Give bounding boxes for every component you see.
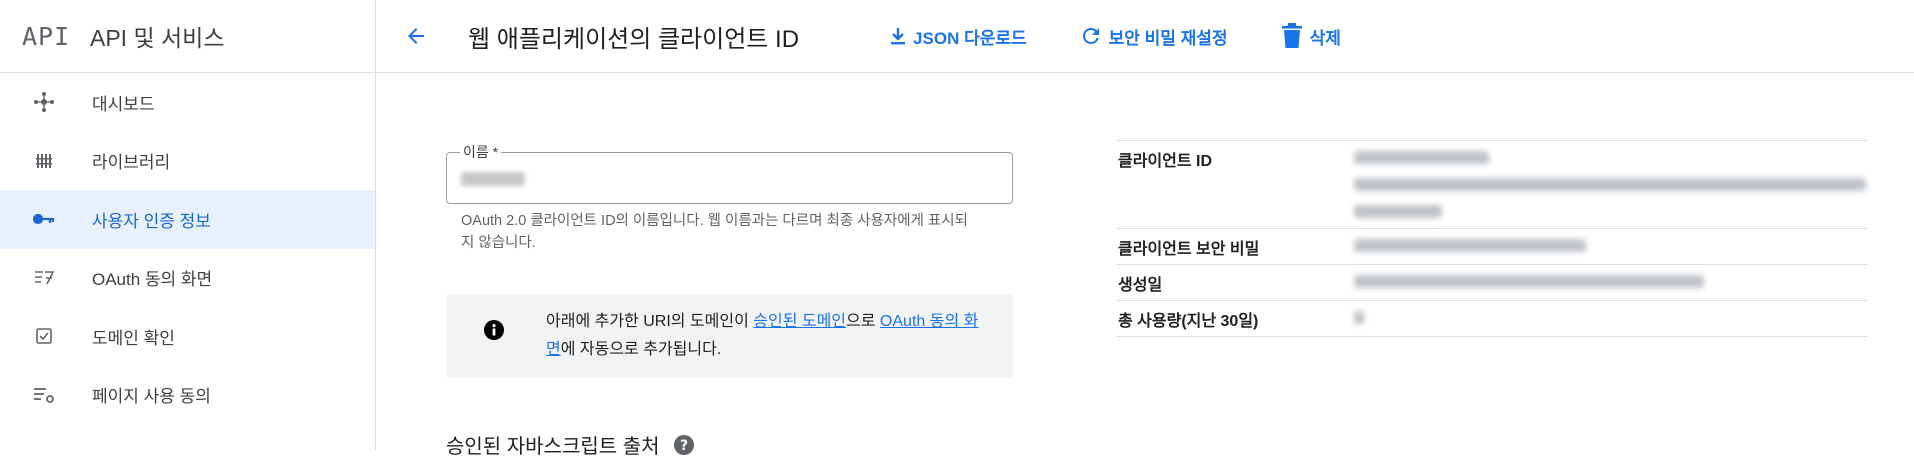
reset-secret-label: 보안 비밀 재설정: [1108, 28, 1228, 48]
api-logo: API: [22, 21, 71, 51]
info-text-part: 에 자동으로 추가됩니다.: [560, 341, 722, 358]
sidebar-item-domain-verification[interactable]: 도메인 확인: [0, 307, 375, 366]
info-text: 아래에 추가한 URI의 도메인이 승인된 도메인으로 OAuth 동의 화면에…: [546, 308, 986, 364]
page-title: 웹 애플리케이션의 클라이언트 ID: [468, 25, 800, 53]
created-date-value-redacted: [1354, 264, 1868, 301]
client-secret-value-redacted: [1354, 228, 1868, 265]
info-text-part: 으로: [846, 313, 880, 330]
table-row: 클라이언트 ID: [1116, 140, 1868, 229]
js-origins-title: 승인된 자바스크립트 출처: [446, 436, 660, 458]
trash-icon: [1280, 22, 1304, 50]
sidebar-item-page-consent[interactable]: 페이지 사용 동의: [0, 366, 375, 425]
svg-text:?: ?: [679, 438, 687, 454]
table-row: 생성일: [1116, 264, 1868, 301]
delete-button[interactable]: 삭제: [1280, 22, 1341, 50]
sidebar-item-label: 페이지 사용 동의: [92, 387, 211, 407]
authorized-domain-link[interactable]: 승인된 도메인: [753, 313, 846, 330]
sidebar-item-label: OAuth 동의 화면: [92, 270, 213, 290]
client-secret-label: 클라이언트 보안 비밀: [1116, 228, 1354, 265]
top-bar: 웹 애플리케이션의 클라이언트 ID JSON 다운로드 보안 비밀 재설정 삭…: [376, 0, 1914, 73]
usage-label: 총 사용량(지난 30일): [1116, 300, 1354, 337]
client-details-table: 클라이언트 ID 클라이언트 보안 비밀 생성일 총 사용량(지난 30일): [1116, 140, 1868, 337]
name-helper-text: OAuth 2.0 클라이언트 ID의 이름입니다. 웹 이름과는 다르며 최종…: [461, 213, 968, 251]
consent-screen-icon: [30, 268, 58, 288]
info-text-part: 아래에 추가한 URI의 도메인이: [546, 313, 754, 330]
js-origins-heading: 승인된 자바스크립트 출처 ?: [446, 430, 694, 459]
info-notice: 아래에 추가한 URI의 도메인이 승인된 도메인으로 OAuth 동의 화면에…: [446, 294, 1013, 378]
sidebar-item-label: 도메인 확인: [92, 328, 175, 348]
sidebar-item-oauth-consent[interactable]: OAuth 동의 화면: [0, 249, 375, 308]
sidebar-item-credentials[interactable]: 사용자 인증 정보: [0, 190, 375, 249]
client-id-value-redacted: [1354, 140, 1868, 229]
table-row: 총 사용량(지난 30일): [1116, 300, 1868, 337]
sidebar-item-label: 사용자 인증 정보: [92, 211, 211, 231]
name-input-value-redacted: [461, 172, 525, 186]
name-input[interactable]: [446, 152, 1013, 204]
json-download-label: JSON 다운로드: [913, 28, 1027, 48]
reset-secret-button[interactable]: 보안 비밀 재설정: [1079, 24, 1228, 49]
back-arrow-icon[interactable]: [402, 22, 430, 50]
download-icon: [889, 26, 907, 46]
checkbox-icon: [30, 327, 58, 345]
client-id-label: 클라이언트 ID: [1116, 140, 1354, 229]
help-icon[interactable]: ?: [673, 434, 694, 455]
key-icon: [30, 212, 58, 226]
sidebar-nav: 대시보드 라이브러리 사용자 인증 정보 OAuth 동의 화면 도메인 확인: [0, 73, 375, 424]
table-row: 클라이언트 보안 비밀: [1116, 228, 1868, 265]
delete-label: 삭제: [1309, 28, 1341, 48]
created-date-label: 생성일: [1116, 264, 1354, 301]
info-icon: [484, 320, 504, 345]
name-field-label: 이름 *: [460, 142, 502, 162]
refresh-icon: [1079, 24, 1103, 48]
dashboard-icon: [30, 91, 58, 113]
page-settings-icon: [30, 385, 58, 405]
library-icon: [30, 151, 58, 171]
sidebar-header: API API 및 서비스: [0, 0, 375, 73]
sidebar-item-library[interactable]: 라이브러리: [0, 132, 375, 191]
sidebar-item-label: 대시보드: [92, 94, 155, 114]
sidebar-title[interactable]: API 및 서비스: [90, 19, 225, 53]
sidebar-item-dashboard[interactable]: 대시보드: [0, 73, 375, 132]
usage-value-redacted: [1354, 300, 1868, 337]
sidebar: API API 및 서비스 대시보드 라이브러리 사용자 인증 정보 OAuth…: [0, 0, 376, 450]
sidebar-item-label: 라이브러리: [92, 153, 171, 173]
json-download-button[interactable]: JSON 다운로드: [889, 24, 1027, 49]
